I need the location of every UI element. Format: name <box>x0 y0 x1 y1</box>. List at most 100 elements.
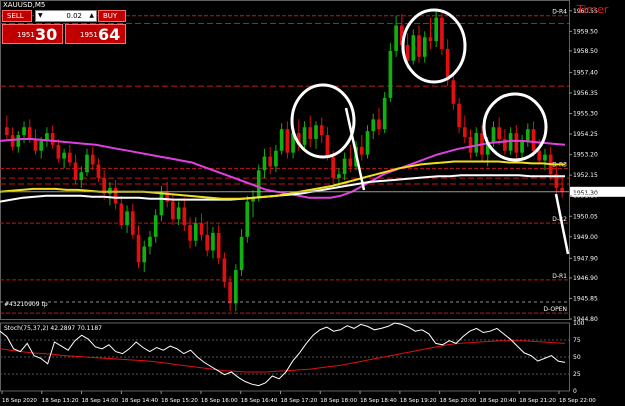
candle-body <box>560 187 564 192</box>
time-axis-label: 18 Sep 16:40 <box>241 398 278 404</box>
time-axis-label: 18 Sep 20:00 <box>440 398 477 404</box>
lot-size-input[interactable]: ▼ 0.02 ▲ <box>35 10 97 22</box>
buy-price-prefix: 1951 <box>80 31 98 39</box>
order-ticket-label: #43210909 tp <box>4 301 48 308</box>
candle-body <box>417 35 421 57</box>
lot-increase-icon[interactable]: ▲ <box>89 12 94 19</box>
candle-body <box>193 223 198 241</box>
candle-body <box>67 152 72 163</box>
candle-body <box>119 203 124 226</box>
candle-body <box>159 191 164 216</box>
time-axis-label: 18 Sep 14:40 <box>121 398 158 404</box>
time-axis-label: 18 Sep 15:20 <box>161 398 198 404</box>
candle-body <box>474 133 479 153</box>
candle-body <box>176 207 181 220</box>
candle-body <box>153 215 158 237</box>
time-axis-label: 18 Sep 13:20 <box>42 398 79 404</box>
candle-body <box>279 129 284 151</box>
price-axis-label: 1946.90 <box>573 275 598 282</box>
candle-body <box>113 187 118 204</box>
candle-body <box>314 125 318 139</box>
candle-body <box>142 246 147 263</box>
price-axis-label: 1950.05 <box>573 213 598 220</box>
candle-body <box>50 133 55 145</box>
candle-body <box>216 232 221 259</box>
candle-body <box>308 127 313 139</box>
price-axis-label: 1949.00 <box>573 234 598 241</box>
candle-body <box>342 158 347 175</box>
candle-body <box>125 211 129 226</box>
candle-body <box>365 131 370 155</box>
candle-body <box>33 138 38 151</box>
candle-body <box>62 152 66 159</box>
candle-body <box>337 174 341 179</box>
candle-body <box>188 225 192 241</box>
sell-price-prefix: 1951 <box>17 31 35 39</box>
time-axis-label: 18 Sep 2020 <box>2 398 37 404</box>
price-chart: D-R4D-R3D-R2D-R1D-OPEN1951.30#43210909 t… <box>0 0 625 404</box>
time-axis-label: 18 Sep 18:40 <box>360 398 397 404</box>
candle-body <box>211 232 215 251</box>
stoch-main-line <box>0 322 566 387</box>
level-label-r4: D-R4 <box>552 9 567 16</box>
time-axis-label: 18 Sep 17:20 <box>281 398 318 404</box>
candle-body <box>85 154 89 173</box>
stoch-signal-line <box>0 340 566 373</box>
candle-body <box>39 140 44 151</box>
candle-body <box>222 258 227 282</box>
candle-body <box>148 236 152 247</box>
price-axis-label: 1957.40 <box>573 69 598 76</box>
candle-body <box>239 236 244 271</box>
level-label-r1: D-R1 <box>552 273 567 280</box>
candle-body <box>325 135 330 157</box>
candle-body <box>136 234 141 263</box>
candle-body <box>457 103 461 128</box>
candle-body <box>445 48 450 81</box>
candle-body <box>491 127 496 143</box>
chart-window[interactable]: D-R4 D-R3 D-R2 D-R1 D-OPEN 1951.30 #43210909 t… <box>0 0 625 406</box>
time-axis-label: 18 Sep 14:00 <box>82 398 119 404</box>
candle-body <box>182 207 187 226</box>
stoch-axis-label: 50 <box>573 354 581 361</box>
candle-body <box>245 201 250 237</box>
candle-body <box>451 80 456 104</box>
candle-body <box>234 270 238 304</box>
candle-body <box>514 133 519 153</box>
buy-price-pips: 64 <box>98 25 121 44</box>
candle-body <box>205 234 210 251</box>
price-axis-label: 1951.10 <box>573 193 598 200</box>
candle-body <box>274 150 278 167</box>
price-axis-label: 1945.85 <box>573 295 598 302</box>
candle-body <box>96 164 101 179</box>
candle-body <box>73 162 78 181</box>
candle-body <box>56 144 61 159</box>
candle-body <box>543 154 547 161</box>
sell-price-pips: 30 <box>35 25 58 44</box>
candle-body <box>90 154 95 165</box>
candle-body <box>348 158 353 167</box>
candle-body <box>371 119 376 132</box>
price-axis-label: 1955.30 <box>573 111 598 118</box>
sell-button[interactable]: SELL <box>2 10 32 22</box>
price-axis-label: 1956.35 <box>573 90 598 97</box>
price-axis-label: 1947.90 <box>573 255 598 262</box>
candle-body <box>331 156 335 179</box>
candle-body <box>520 140 524 153</box>
candle-body <box>497 127 502 139</box>
candle-body <box>382 97 387 130</box>
price-axis-label: 1953.20 <box>573 152 598 159</box>
stoch-axis-label: 25 <box>573 371 581 378</box>
stoch-axis-label: 100 <box>573 320 585 327</box>
candle-body <box>531 129 536 151</box>
candle-body <box>268 156 273 167</box>
buy-button[interactable]: BUY <box>98 10 126 22</box>
sell-price-button[interactable]: 1951 30 <box>2 24 63 44</box>
buy-price-button[interactable]: 1951 64 <box>65 24 126 44</box>
candle-body <box>199 223 204 235</box>
candle-body <box>302 127 307 145</box>
time-axis-label: 18 Sep 16:00 <box>201 398 238 404</box>
lot-decrease-icon[interactable]: ▼ <box>38 12 43 19</box>
one-click-trading-panel: SELL ▼ 0.02 ▲ BUY 1951 30 1951 64 <box>2 10 126 46</box>
candle-body <box>440 17 444 49</box>
candle-body <box>388 50 393 98</box>
